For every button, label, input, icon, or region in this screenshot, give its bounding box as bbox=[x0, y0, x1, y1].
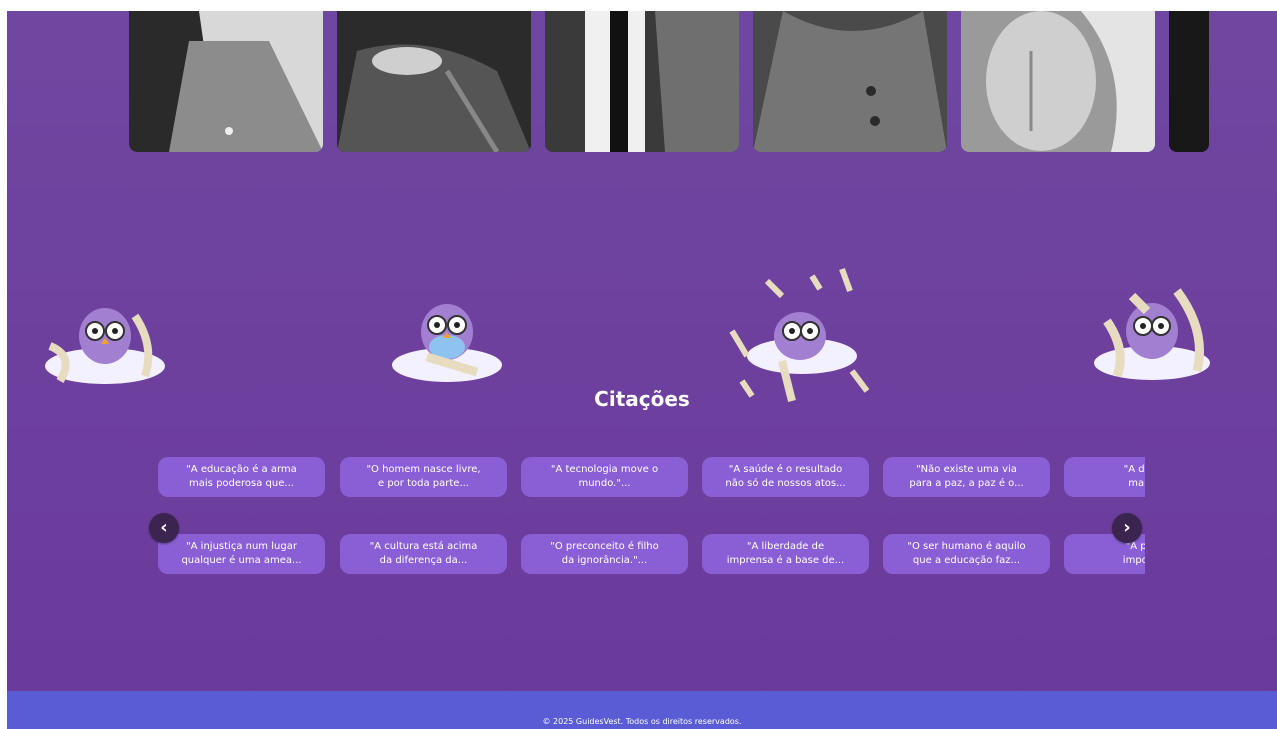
quotes-carousel: "A educação é a arma mais poderosa que..… bbox=[158, 457, 1145, 587]
owl-mascot-reading-icon bbox=[45, 308, 165, 384]
carousel-next-button[interactable]: › bbox=[1112, 513, 1142, 543]
quote-card[interactable]: "A cultura está acima da diferença da... bbox=[340, 534, 507, 574]
quote-card[interactable]: "Não existe uma via para a paz, a paz é … bbox=[883, 457, 1050, 497]
section-title: Citações bbox=[594, 387, 690, 411]
quote-card[interactable]: "A educação é a arma mais poderosa que..… bbox=[158, 457, 325, 497]
quote-card[interactable]: "O homem nasce livre, e por toda parte..… bbox=[340, 457, 507, 497]
portrait-card[interactable] bbox=[545, 11, 739, 152]
portrait-card[interactable] bbox=[129, 11, 323, 152]
quote-card[interactable]: "O ser humano é aquilo que a educação fa… bbox=[883, 534, 1050, 574]
chevron-right-icon: › bbox=[1123, 517, 1131, 538]
quote-card[interactable]: "O preconceito é filho da ignorância."..… bbox=[521, 534, 688, 574]
portrait-card[interactable] bbox=[1169, 11, 1209, 152]
chevron-left-icon: ‹ bbox=[160, 517, 168, 538]
portrait-card[interactable] bbox=[961, 11, 1155, 152]
portrait-card[interactable] bbox=[753, 11, 947, 152]
owl-mascot-writing-icon bbox=[392, 304, 502, 382]
owl-mascot-scrolls-icon bbox=[729, 267, 870, 402]
portrait-card[interactable] bbox=[337, 11, 531, 152]
quote-card[interactable]: "A injustiça num lugar qualquer é uma am… bbox=[158, 534, 325, 574]
quote-card[interactable]: "A liberdade de imprensa é a base de... bbox=[702, 534, 869, 574]
portrait-carousel bbox=[129, 11, 1209, 152]
quote-card[interactable]: "A tecnologia move o mundo."... bbox=[521, 457, 688, 497]
footer: © 2025 GuidesVest. Todos os direitos res… bbox=[7, 691, 1277, 729]
owl-mascot-scrolls-icon bbox=[1094, 288, 1210, 380]
main-section: Citações "A educação é a arma mais poder… bbox=[7, 11, 1277, 729]
carousel-prev-button[interactable]: ‹ bbox=[149, 513, 179, 543]
quote-card[interactable]: "A desigu maior d bbox=[1064, 457, 1145, 497]
footer-copyright: © 2025 GuidesVest. Todos os direitos res… bbox=[542, 717, 742, 726]
quote-card[interactable]: "A saúde é o resultado não só de nossos … bbox=[702, 457, 869, 497]
